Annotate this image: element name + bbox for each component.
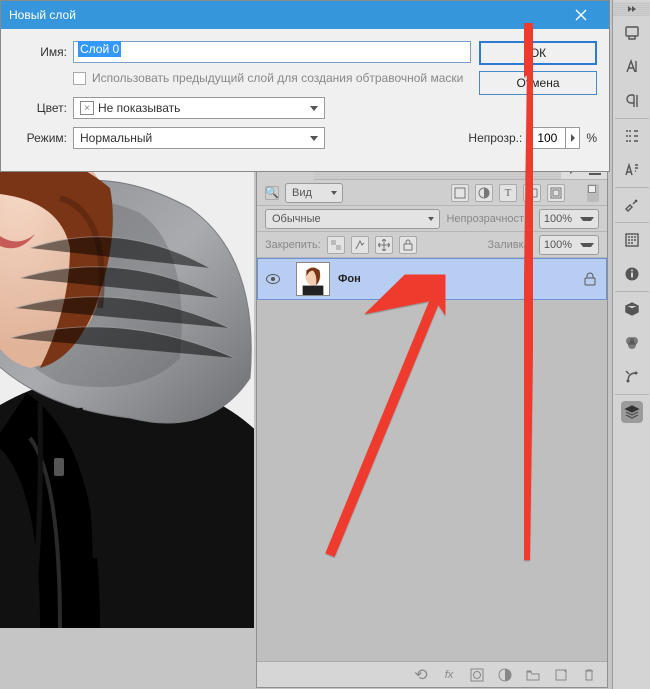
mode-label: Режим: xyxy=(13,131,73,145)
layers-panel-footer: ⟲ fx xyxy=(257,661,607,687)
opacity-input[interactable] xyxy=(528,127,580,149)
filter-adjust-icon[interactable] xyxy=(475,184,493,202)
paragraph-styles-icon[interactable] xyxy=(621,159,643,181)
layer-comps-icon[interactable] xyxy=(621,125,643,147)
filter-toggle-switch[interactable] xyxy=(587,184,599,202)
new-layer-dialog: Новый слой Имя: Слой 0 Использовать пред… xyxy=(0,0,610,172)
dialog-titlebar[interactable]: Новый слой xyxy=(1,1,609,29)
filter-type-select[interactable]: Вид xyxy=(285,183,343,203)
opacity-unit: % xyxy=(586,131,597,145)
visibility-toggle[interactable] xyxy=(258,274,288,284)
layers-icon[interactable] xyxy=(621,401,643,423)
lock-icon xyxy=(584,272,596,286)
history-brush-icon[interactable] xyxy=(621,22,643,44)
layer-opacity-input[interactable]: 100% xyxy=(539,209,599,229)
document-canvas[interactable] xyxy=(0,158,254,628)
channels-icon[interactable] xyxy=(621,332,643,354)
layer-opacity-label: Непрозрачность: xyxy=(446,213,532,225)
dialog-title: Новый слой xyxy=(9,8,561,22)
lock-label: Закрепить: xyxy=(265,239,321,251)
clipping-mask-checkbox xyxy=(73,72,86,85)
close-icon[interactable] xyxy=(561,1,601,29)
filter-type-icon[interactable]: T xyxy=(499,184,517,202)
lock-all-icon[interactable] xyxy=(399,236,417,254)
add-mask-icon[interactable] xyxy=(469,667,485,683)
cancel-button[interactable]: Отмена xyxy=(479,71,597,95)
layer-row-background[interactable]: Фон xyxy=(257,258,607,300)
layers-panel: Слои 🔍 Вид T Обычные Непрозрачность: 100… xyxy=(256,155,608,688)
layer-name-input[interactable]: Слой 0 xyxy=(73,41,471,63)
paragraph-icon[interactable] xyxy=(621,90,643,112)
lock-pixels-icon[interactable] xyxy=(351,236,369,254)
layer-filter-row: 🔍 Вид T xyxy=(257,180,607,206)
fill-opacity-input[interactable]: 100% xyxy=(539,235,599,255)
filter-pixel-icon[interactable] xyxy=(451,184,469,202)
dock-collapse-button[interactable] xyxy=(613,2,650,16)
right-panel-dock xyxy=(612,0,650,689)
new-adjustment-icon[interactable] xyxy=(497,667,513,683)
filter-shape-icon[interactable] xyxy=(523,184,541,202)
properties-icon[interactable] xyxy=(621,229,643,251)
layer-name-label[interactable]: Фон xyxy=(338,273,361,285)
lock-transparency-icon[interactable] xyxy=(327,236,345,254)
filter-smart-icon[interactable] xyxy=(547,184,565,202)
character-icon[interactable] xyxy=(621,56,643,78)
new-layer-icon[interactable] xyxy=(553,667,569,683)
layer-list[interactable]: Фон xyxy=(257,258,607,661)
blend-mode-select[interactable]: Нормальный xyxy=(73,127,325,149)
layer-color-select[interactable]: × Не показывать xyxy=(73,97,325,119)
link-layers-icon[interactable]: ⟲ xyxy=(413,667,429,683)
opacity-flyout-button[interactable] xyxy=(565,128,579,148)
info-icon[interactable] xyxy=(621,263,643,285)
new-group-icon[interactable] xyxy=(525,667,541,683)
lock-position-icon[interactable] xyxy=(375,236,393,254)
adjustments-icon[interactable] xyxy=(621,194,643,216)
delete-layer-icon[interactable] xyxy=(581,667,597,683)
3d-icon[interactable] xyxy=(621,298,643,320)
opacity-label: Непрозр.: xyxy=(468,131,522,145)
blend-mode-select[interactable]: Обычные xyxy=(265,209,440,229)
name-label: Имя: xyxy=(13,45,73,59)
clipping-mask-label: Использовать предыдущий слой для создани… xyxy=(92,71,463,85)
layer-fx-icon[interactable]: fx xyxy=(441,667,457,683)
layer-thumbnail[interactable] xyxy=(296,262,330,296)
color-label: Цвет: xyxy=(13,101,73,115)
paths-icon[interactable] xyxy=(621,366,643,388)
fill-label: Заливка: xyxy=(487,239,532,251)
ok-button[interactable]: ОК xyxy=(479,41,597,65)
